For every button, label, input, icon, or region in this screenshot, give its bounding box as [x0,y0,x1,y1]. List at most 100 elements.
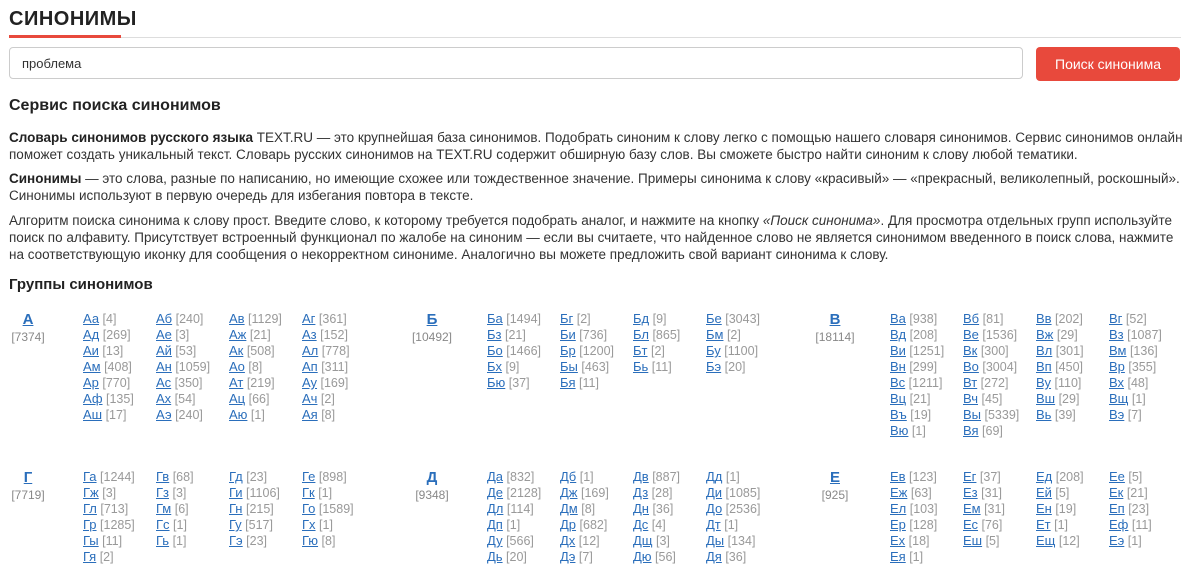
syllable-link[interactable]: Аг [302,311,315,326]
syllable-link[interactable]: Дь [487,549,503,564]
syllable-link[interactable]: Дн [633,501,649,516]
syllable-link[interactable]: Ве [963,327,979,342]
syllable-link[interactable]: Бм [706,327,723,342]
syllable-link[interactable]: Бр [560,343,576,358]
syllable-link[interactable]: Ас [156,375,171,390]
syllable-link[interactable]: Вз [1109,327,1124,342]
syllable-link[interactable]: Ес [963,517,978,532]
syllable-link[interactable]: Аз [302,327,317,342]
syllable-link[interactable]: Гь [156,533,169,548]
syllable-link[interactable]: Бт [633,343,648,358]
syllable-link[interactable]: Бд [633,311,649,326]
syllable-link[interactable]: Гэ [229,533,243,548]
syllable-link[interactable]: Ея [890,549,906,564]
syllable-link[interactable]: Ев [890,469,906,484]
syllable-link[interactable]: Ем [963,501,981,516]
syllable-link[interactable]: Гм [156,501,171,516]
syllable-link[interactable]: Аи [83,343,99,358]
syllable-link[interactable]: Да [487,469,503,484]
syllable-link[interactable]: Ап [302,359,318,374]
syllable-link[interactable]: Вя [963,423,979,438]
syllable-link[interactable]: Вб [963,311,979,326]
syllable-link[interactable]: Дя [706,549,722,564]
syllable-link[interactable]: Вл [1036,343,1052,358]
syllable-link[interactable]: Ви [890,343,906,358]
syllable-link[interactable]: Гз [156,485,169,500]
syllable-link[interactable]: Ен [1036,501,1052,516]
syllable-link[interactable]: Вм [1109,343,1126,358]
syllable-link[interactable]: Аа [83,311,99,326]
syllable-link[interactable]: Дп [487,517,503,532]
syllable-link[interactable]: Гу [229,517,242,532]
syllable-link[interactable]: Гд [229,469,243,484]
syllable-link[interactable]: Въ [890,407,907,422]
syllable-link[interactable]: Вт [963,375,977,390]
syllable-link[interactable]: Дм [560,501,578,516]
syllable-link[interactable]: Вв [1036,311,1052,326]
syllable-link[interactable]: Бх [487,359,502,374]
syllable-link[interactable]: Аш [83,407,102,422]
syllable-link[interactable]: Вд [890,327,906,342]
syllable-link[interactable]: Вэ [1109,407,1124,422]
syllable-link[interactable]: Ав [229,311,245,326]
syllable-link[interactable]: Еш [963,533,982,548]
syllable-link[interactable]: Ал [302,343,318,358]
syllable-link[interactable]: Ат [229,375,243,390]
syllable-link[interactable]: Еэ [1109,533,1124,548]
syllable-link[interactable]: Ай [156,343,172,358]
syllable-link[interactable]: Ги [229,485,243,500]
syllable-link[interactable]: Гв [156,469,169,484]
syllable-link[interactable]: Бя [560,375,576,390]
syllable-link[interactable]: Вн [890,359,906,374]
syllable-link[interactable]: Го [302,501,315,516]
syllable-link[interactable]: Еж [890,485,907,500]
syllable-link[interactable]: Ае [156,327,172,342]
syllable-link[interactable]: Гы [83,533,99,548]
syllable-link[interactable]: Вы [963,407,981,422]
syllable-link[interactable]: Дщ [633,533,653,548]
syllable-link[interactable]: Др [560,517,576,532]
syllable-link[interactable]: Ад [83,327,99,342]
syllable-link[interactable]: Вь [1036,407,1051,422]
syllable-link[interactable]: Бг [560,311,573,326]
syllable-link[interactable]: Аэ [156,407,172,422]
syllable-link[interactable]: Дж [560,485,578,500]
syllable-link[interactable]: Гх [302,517,316,532]
syllable-link[interactable]: Дд [706,469,722,484]
syllable-link[interactable]: Ба [487,311,503,326]
syllable-link[interactable]: Бь [633,359,648,374]
syllable-link[interactable]: Дс [633,517,648,532]
syllable-link[interactable]: Ет [1036,517,1051,532]
syllable-link[interactable]: Дв [633,469,649,484]
search-button[interactable]: Поиск синонима [1036,47,1180,81]
syllable-link[interactable]: Ды [706,533,724,548]
syllable-link[interactable]: Бю [487,375,505,390]
syllable-link[interactable]: Еп [1109,501,1125,516]
syllable-link[interactable]: Ее [1109,469,1125,484]
syllable-link[interactable]: Ел [890,501,906,516]
syllable-link[interactable]: Гр [83,517,97,532]
syllable-link[interactable]: Вю [890,423,908,438]
syllable-link[interactable]: Аж [229,327,246,342]
group-letter-link[interactable]: Б [410,311,454,329]
syllable-link[interactable]: Ге [302,469,315,484]
syllable-link[interactable]: Ам [83,359,101,374]
syllable-link[interactable]: Ди [706,485,722,500]
syllable-link[interactable]: Гя [83,549,96,564]
syllable-link[interactable]: Ац [229,391,245,406]
syllable-link[interactable]: Во [963,359,979,374]
syllable-link[interactable]: Ан [156,359,172,374]
syllable-link[interactable]: Вп [1036,359,1052,374]
syllable-link[interactable]: Га [83,469,97,484]
syllable-link[interactable]: Дт [706,517,721,532]
syllable-link[interactable]: Ек [1109,485,1123,500]
syllable-link[interactable]: Бо [487,343,503,358]
syllable-link[interactable]: Ез [963,485,978,500]
syllable-link[interactable]: Би [560,327,576,342]
syllable-link[interactable]: Бы [560,359,578,374]
syllable-link[interactable]: Бе [706,311,722,326]
syllable-link[interactable]: Де [487,485,503,500]
syllable-link[interactable]: Ар [83,375,99,390]
syllable-link[interactable]: Бз [487,327,502,342]
syllable-link[interactable]: Ач [302,391,317,406]
